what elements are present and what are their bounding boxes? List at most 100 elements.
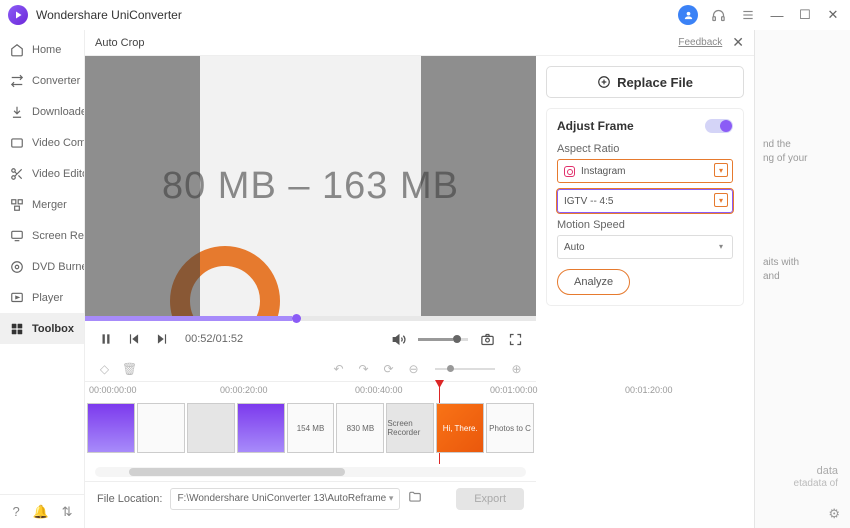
sidebar-item-editor[interactable]: Video Editor bbox=[0, 158, 84, 189]
timeline-thumb[interactable] bbox=[87, 403, 135, 453]
ratio-value: IGTV -- 4:5 bbox=[564, 196, 613, 207]
toolbox-icon bbox=[10, 322, 24, 336]
file-location-select[interactable]: F:\Wondershare UniConverter 13\AutoRefra… bbox=[170, 488, 400, 510]
plus-circle-icon bbox=[597, 75, 611, 89]
chevron-down-icon: ▾ bbox=[714, 163, 728, 177]
prev-button[interactable] bbox=[125, 330, 143, 348]
snapshot-icon[interactable] bbox=[478, 330, 496, 348]
headset-icon[interactable] bbox=[708, 5, 728, 25]
fullscreen-icon[interactable] bbox=[506, 330, 524, 348]
sidebar-label: Video Editor bbox=[32, 168, 85, 180]
replace-label: Replace File bbox=[617, 75, 693, 90]
tick: 00:01:00:00 bbox=[490, 385, 538, 395]
work-area: nd theng of your aits withand data etada… bbox=[85, 30, 850, 528]
sidebar: Home Converter Downloader Video Compress… bbox=[0, 30, 85, 528]
sidebar-label: Player bbox=[32, 292, 63, 304]
sidebar-label: Screen Recorder bbox=[32, 230, 85, 242]
timeline-thumb[interactable]: 154 MB bbox=[287, 403, 335, 453]
undo-icon[interactable]: ↶ bbox=[331, 362, 346, 376]
app-logo bbox=[8, 5, 28, 25]
add-clip-icon[interactable]: ◇ bbox=[97, 362, 112, 376]
video-area: 80 MB – 163 MB 00:52/ bbox=[85, 56, 536, 528]
home-icon bbox=[10, 43, 24, 57]
redo-icon[interactable]: ↷ bbox=[356, 362, 371, 376]
sidebar-item-downloader[interactable]: Downloader bbox=[0, 96, 84, 127]
timeline-thumbs[interactable]: 154 MB830 MBScreen RecorderHi, There.Pho… bbox=[85, 403, 536, 463]
dvd-icon bbox=[10, 260, 24, 274]
video-controls: 00:52/01:52 bbox=[85, 321, 536, 357]
titlebar: Wondershare UniConverter — ☐ ✕ bbox=[0, 0, 850, 30]
sidebar-label: DVD Burner bbox=[32, 261, 85, 273]
minimize-button[interactable]: — bbox=[768, 6, 786, 24]
video-overlay-text: 80 MB – 163 MB bbox=[162, 165, 459, 208]
file-label: File Location: bbox=[97, 493, 162, 505]
sidebar-item-toolbox[interactable]: Toolbox bbox=[0, 313, 84, 344]
browse-folder-icon[interactable] bbox=[408, 490, 422, 507]
settings-gear-icon[interactable]: ⚙ bbox=[828, 506, 840, 522]
sidebar-item-home[interactable]: Home bbox=[0, 34, 84, 65]
download-icon bbox=[10, 105, 24, 119]
zoom-in-icon[interactable]: ⊕ bbox=[509, 362, 524, 376]
instagram-icon bbox=[564, 166, 575, 177]
compress-icon bbox=[10, 136, 24, 150]
autocrop-title: Auto Crop bbox=[95, 37, 678, 49]
menu-icon[interactable] bbox=[738, 5, 758, 25]
settings-side: Replace File Adjust Frame Aspect Ratio I… bbox=[536, 56, 754, 528]
sidebar-item-converter[interactable]: Converter bbox=[0, 65, 84, 96]
adjust-frame-title: Adjust Frame bbox=[557, 119, 634, 133]
maximize-button[interactable]: ☐ bbox=[796, 6, 814, 24]
autocrop-close-icon[interactable]: ✕ bbox=[732, 34, 744, 51]
ratio-select[interactable]: IGTV -- 4:5 ▾ bbox=[557, 189, 733, 213]
autocrop-header: Auto Crop Feedback ✕ bbox=[85, 30, 754, 56]
account-icon[interactable] bbox=[678, 5, 698, 25]
bottom-bar: ? 🔔 ⇅ bbox=[0, 494, 85, 528]
timeline-thumb[interactable] bbox=[137, 403, 185, 453]
feedback-link[interactable]: Feedback bbox=[678, 37, 722, 48]
sidebar-item-merger[interactable]: Merger bbox=[0, 189, 84, 220]
video-progress[interactable] bbox=[85, 316, 536, 321]
timeline-thumb[interactable] bbox=[237, 403, 285, 453]
motion-select[interactable]: Auto ▾ bbox=[557, 235, 733, 259]
close-button[interactable]: ✕ bbox=[824, 6, 842, 24]
sidebar-label: Home bbox=[32, 44, 61, 56]
timeline-thumb[interactable]: Photos to C bbox=[486, 403, 534, 453]
aspect-ratio-label: Aspect Ratio bbox=[557, 143, 733, 155]
sidebar-label: Video Compressor bbox=[32, 137, 85, 149]
timeline-thumb[interactable]: Screen Recorder bbox=[386, 403, 434, 453]
bg-meta-sub: etadata of bbox=[794, 478, 838, 489]
tick: 00:00:40:00 bbox=[355, 385, 403, 395]
transfer-icon[interactable]: ⇅ bbox=[62, 504, 73, 520]
delete-clip-icon[interactable]: 🗑 bbox=[122, 362, 137, 376]
help-icon[interactable]: ? bbox=[12, 504, 19, 519]
analyze-button[interactable]: Analyze bbox=[557, 269, 630, 295]
refresh-icon[interactable]: ⟳ bbox=[381, 362, 396, 376]
tick: 00:00:20:00 bbox=[220, 385, 268, 395]
tick: 00:00:00:00 bbox=[89, 385, 137, 395]
adjust-frame-toggle[interactable] bbox=[705, 119, 733, 133]
timeline-ruler[interactable]: 00:00:00:00 00:00:20:00 00:00:40:00 00:0… bbox=[85, 381, 536, 403]
video-preview[interactable]: 80 MB – 163 MB bbox=[85, 56, 536, 316]
zoom-out-icon[interactable]: ⊖ bbox=[406, 362, 421, 376]
autocrop-panel: Auto Crop Feedback ✕ 80 MB – 163 MB bbox=[85, 30, 755, 528]
export-button[interactable]: Export bbox=[456, 488, 524, 510]
motion-speed-label: Motion Speed bbox=[557, 219, 733, 231]
next-button[interactable] bbox=[153, 330, 171, 348]
sidebar-label: Merger bbox=[32, 199, 67, 211]
platform-select[interactable]: Instagram ▾ bbox=[557, 159, 733, 183]
timeline-thumb[interactable]: 830 MB bbox=[336, 403, 384, 453]
volume-slider[interactable] bbox=[418, 338, 468, 341]
sidebar-item-compressor[interactable]: Video Compressor bbox=[0, 127, 84, 158]
replace-file-button[interactable]: Replace File bbox=[546, 66, 744, 98]
zoom-slider[interactable] bbox=[435, 368, 495, 370]
chevron-down-icon: ▾ bbox=[714, 239, 728, 253]
timeline-scrollbar[interactable] bbox=[95, 467, 526, 477]
sidebar-item-dvd[interactable]: DVD Burner bbox=[0, 251, 84, 282]
volume-icon[interactable] bbox=[390, 330, 408, 348]
sidebar-item-player[interactable]: Player bbox=[0, 282, 84, 313]
timeline-thumb[interactable] bbox=[187, 403, 235, 453]
sidebar-item-recorder[interactable]: Screen Recorder bbox=[0, 220, 84, 251]
notifications-icon[interactable]: 🔔 bbox=[33, 504, 49, 520]
pause-button[interactable] bbox=[97, 330, 115, 348]
timeline-thumb[interactable]: Hi, There. bbox=[436, 403, 484, 453]
platform-value: Instagram bbox=[581, 166, 625, 177]
